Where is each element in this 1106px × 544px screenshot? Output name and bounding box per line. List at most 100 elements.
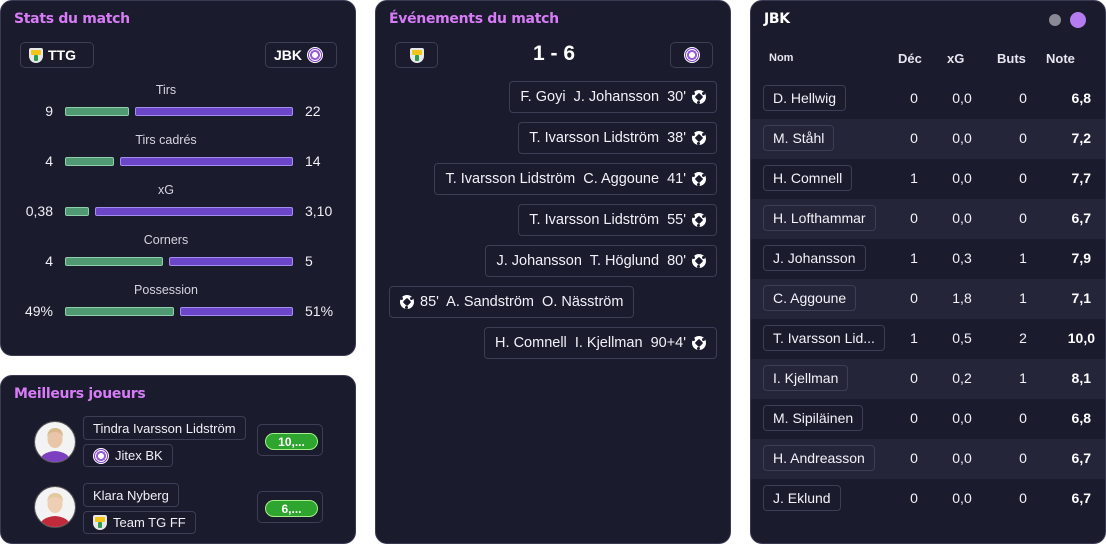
player-name-box[interactable]: Klara Nyberg <box>83 483 179 507</box>
cell-note: 6,7 <box>1071 210 1091 226</box>
player-team-box[interactable]: Team TG FF <box>83 511 196 534</box>
player-rating-box: 6,... <box>257 491 323 523</box>
goal-ball-icon <box>692 336 706 350</box>
cell-dec: 0 <box>910 290 918 306</box>
stat-away-bar <box>95 207 293 216</box>
match-event[interactable]: J. Johansson T. Höglund 80' <box>485 245 717 277</box>
cell-dec: 1 <box>910 330 918 346</box>
player-name-box[interactable]: Tindra Ivarsson Lidström <box>83 416 246 440</box>
player-name-button[interactable]: H. Andreasson <box>763 445 875 471</box>
event-text: J. Johansson T. Höglund 80' <box>496 253 686 269</box>
lineup-row[interactable]: H. Comnell 1 0,0 0 7,7 <box>751 159 1105 199</box>
event-text: T. Ivarsson Lidström 55' <box>529 212 686 228</box>
top-players-title: Meilleurs joueurs <box>14 386 146 402</box>
player-rating-box: 10,... <box>257 424 323 456</box>
stat-away-bar <box>120 157 293 166</box>
match-event[interactable]: H. Comnell I. Kjellman 90+4' <box>484 327 717 359</box>
toggle-dot-purple[interactable] <box>1070 12 1086 28</box>
lineup-row[interactable]: D. Hellwig 0 0,0 0 6,8 <box>751 79 1105 119</box>
stat-away-value: 22 <box>305 103 321 119</box>
cell-xg: 0,0 <box>952 450 972 466</box>
cell-xg: 0,0 <box>952 130 972 146</box>
cell-buts: 2 <box>1019 330 1027 346</box>
cell-buts: 0 <box>1019 130 1027 146</box>
cell-note: 6,7 <box>1071 490 1091 506</box>
event-text: T. Ivarsson Lidström C. Aggoune 41' <box>445 171 686 187</box>
cell-note: 6,8 <box>1071 90 1091 106</box>
stat-away-bar <box>135 107 293 116</box>
cell-xg: 0,5 <box>952 330 972 346</box>
cell-note: 7,7 <box>1071 170 1091 186</box>
player-name-button[interactable]: J. Johansson <box>763 245 866 271</box>
toggle-dot-grey[interactable] <box>1049 14 1061 26</box>
player-name-button[interactable]: C. Aggoune <box>763 285 857 311</box>
player-name-button[interactable]: I. Kjellman <box>763 365 849 391</box>
cell-buts: 0 <box>1019 410 1027 426</box>
cell-note: 6,7 <box>1071 450 1091 466</box>
match-event[interactable]: T. Ivarsson Lidström 38' <box>518 122 717 154</box>
stat-home-value: 49% <box>24 303 53 319</box>
lineup-row[interactable]: H. Andreasson 0 0,0 0 6,7 <box>751 439 1105 479</box>
event-text: 85' A. Sandström O. Näsström <box>420 294 624 310</box>
player-rating: 10,... <box>265 433 318 450</box>
lineup-row[interactable]: J. Eklund 0 0,0 0 6,7 <box>751 479 1105 519</box>
match-event[interactable]: T. Ivarsson Lidström 55' <box>518 204 717 236</box>
cell-xg: 0,0 <box>952 210 972 226</box>
away-team-pill[interactable]: JBK <box>265 42 337 68</box>
cell-xg: 0,0 <box>952 410 972 426</box>
stat-away-value: 14 <box>305 153 321 169</box>
lineup-row[interactable]: C. Aggoune 0 1,8 1 7,1 <box>751 279 1105 319</box>
lineup-row[interactable]: I. Kjellman 0 0,2 1 8,1 <box>751 359 1105 399</box>
home-team-name: TTG <box>48 47 76 63</box>
cell-xg: 0,3 <box>952 250 972 266</box>
match-event[interactable]: 85' A. Sandström O. Näsström <box>389 286 635 318</box>
player-avatar[interactable] <box>34 486 76 528</box>
player-team: Jitex BK <box>115 448 163 463</box>
cell-dec: 0 <box>910 370 918 386</box>
cell-dec: 0 <box>910 410 918 426</box>
lineup-row[interactable]: M. Ståhl 0 0,0 0 7,2 <box>751 119 1105 159</box>
lineup-row[interactable]: J. Johansson 1 0,3 1 7,9 <box>751 239 1105 279</box>
event-text: H. Comnell I. Kjellman 90+4' <box>495 335 686 351</box>
cell-xg: 0,0 <box>952 170 972 186</box>
away-team-crest-button[interactable] <box>670 42 713 68</box>
player-team-box[interactable]: Jitex BK <box>83 444 173 467</box>
match-event[interactable]: F. Goyi J. Johansson 30' <box>509 81 717 113</box>
player-name-button[interactable]: M. Ståhl <box>763 125 835 151</box>
home-team-pill[interactable]: TTG <box>20 42 94 68</box>
player-name-button[interactable]: D. Hellwig <box>763 85 847 111</box>
cell-note: 8,1 <box>1071 370 1091 386</box>
cell-dec: 1 <box>910 250 918 266</box>
stats-panel: Stats du match TTG JBK Tirs 9 22 Tirs cadré… <box>0 0 356 356</box>
player-name-button[interactable]: T. Ivarsson Lid... <box>763 325 885 351</box>
player-name: Tindra Ivarsson Lidström <box>93 420 236 436</box>
cell-dec: 1 <box>910 170 918 186</box>
cell-dec: 0 <box>910 490 918 506</box>
player-avatar[interactable] <box>34 421 76 463</box>
player-name-button[interactable]: J. Eklund <box>763 485 841 511</box>
col-dec: Déc <box>898 51 922 66</box>
cell-note: 7,2 <box>1071 130 1091 146</box>
player-name-button[interactable]: H. Lofthammar <box>763 205 876 231</box>
stat-home-value: 0,38 <box>25 203 53 219</box>
player-team: Team TG FF <box>113 515 186 530</box>
player-name-button[interactable]: H. Comnell <box>763 165 853 191</box>
player-name-button[interactable]: M. Sipiläinen <box>763 405 864 431</box>
goal-ball-icon <box>400 295 414 309</box>
lineup-title: JBK <box>764 11 790 27</box>
stat-home-bar <box>65 307 174 316</box>
cell-xg: 1,8 <box>952 290 972 306</box>
top-players-panel: Meilleurs joueurs Tindra Ivarsson Lidstr… <box>0 375 356 544</box>
stat-home-value: 4 <box>45 253 53 269</box>
cell-note: 7,9 <box>1071 250 1091 266</box>
lineup-row[interactable]: T. Ivarsson Lid... 1 0,5 2 10,0 <box>751 319 1105 359</box>
lineup-row[interactable]: M. Sipiläinen 0 0,0 0 6,8 <box>751 399 1105 439</box>
stat-away-bar <box>169 257 293 266</box>
event-text: F. Goyi J. Johansson 30' <box>520 89 686 105</box>
cell-xg: 0,0 <box>952 90 972 106</box>
match-event[interactable]: T. Ivarsson Lidström C. Aggoune 41' <box>434 163 717 195</box>
stat-label: Corners <box>143 233 189 247</box>
goal-ball-icon <box>692 131 706 145</box>
col-note: Note <box>1046 51 1075 66</box>
lineup-row[interactable]: H. Lofthammar 0 0,0 0 6,7 <box>751 199 1105 239</box>
